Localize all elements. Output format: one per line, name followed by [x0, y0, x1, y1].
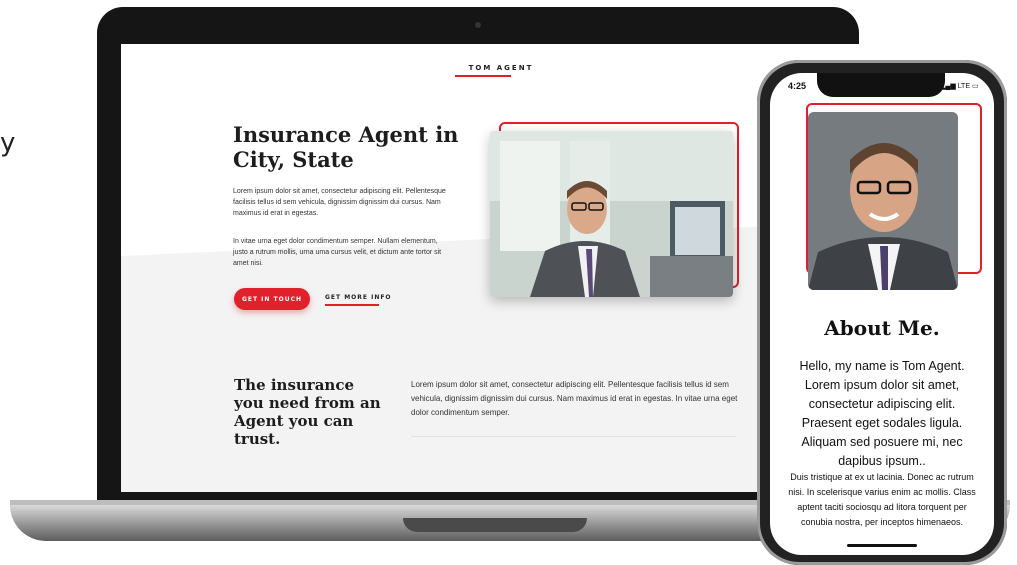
agent-portrait-photo	[808, 112, 958, 290]
hero-title: Insurance Agent in City, State	[233, 122, 459, 172]
phone-notch	[817, 73, 945, 97]
hero-paragraph-1: Lorem ipsum dolor sit amet, consectetur …	[233, 188, 446, 217]
section-text: Lorem ipsum dolor sit amet, consectetur …	[411, 380, 738, 417]
signal-icon: ▂▄▆	[940, 83, 956, 90]
about-intro: Hello, my name is Tom Agent. Lorem ipsum…	[799, 359, 965, 468]
network-label: LTE	[957, 83, 971, 90]
section-title: The insurance you need from an Agent you…	[234, 376, 381, 448]
get-in-touch-button[interactable]: GET IN TOUCH	[234, 288, 310, 310]
phone-status-bar: ▂▄▆ LTE ▭	[940, 82, 979, 90]
battery-icon: ▭	[971, 83, 979, 90]
site-brand[interactable]: TOM AGENT	[451, 64, 551, 72]
agent-photo-office	[490, 131, 733, 297]
get-more-info-link[interactable]: GET MORE INFO	[325, 294, 392, 301]
laptop-camera	[475, 22, 481, 28]
laptop-screen: TOM AGENT Insurance Agent in City, State…	[121, 44, 861, 492]
brand-underline	[455, 75, 511, 77]
about-title: About Me.	[824, 316, 940, 340]
home-indicator[interactable]	[847, 544, 917, 547]
stray-glyph: y	[0, 128, 16, 158]
more-info-underline	[325, 304, 379, 306]
laptop-base-notch	[403, 518, 587, 532]
section-divider	[411, 436, 736, 437]
phone-clock: 4:25	[788, 81, 807, 91]
hero-paragraph-2: In vitae urna eget dolor condimentum sem…	[233, 238, 442, 267]
about-body: Duis tristique at ex ut lacinia. Donec a…	[788, 472, 976, 527]
